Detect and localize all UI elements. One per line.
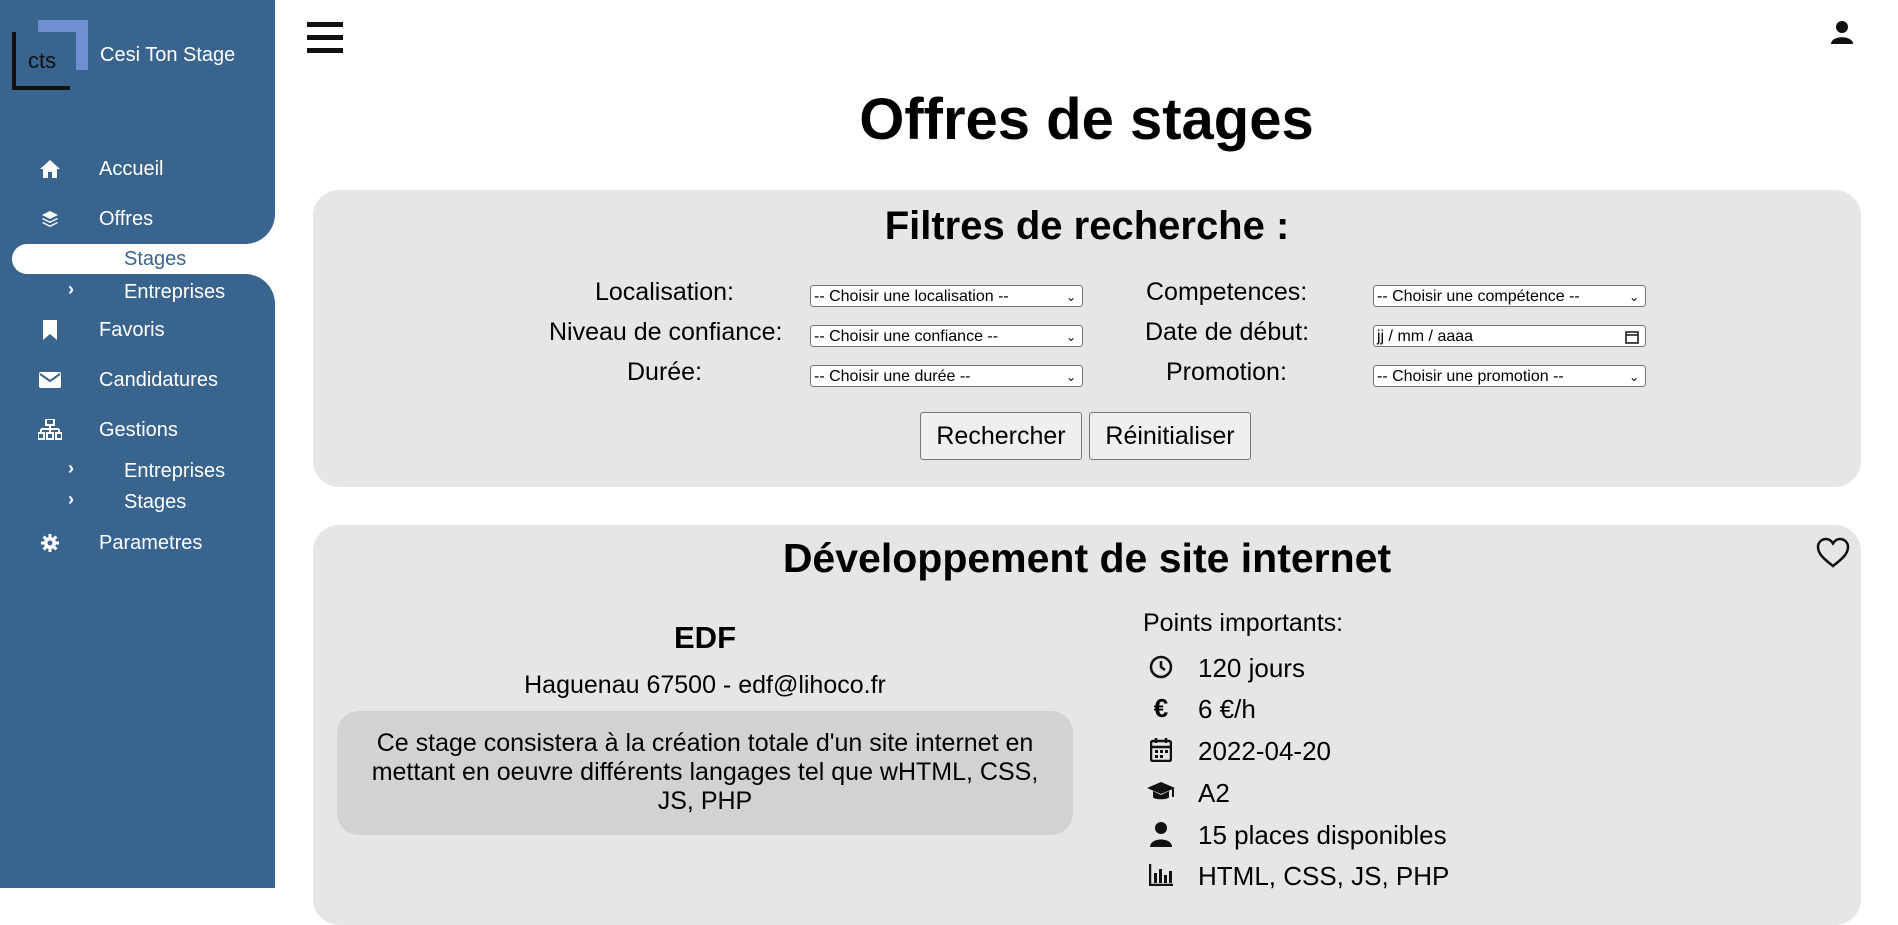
active-notch-top xyxy=(235,208,275,244)
sidebar-item-favoris[interactable]: Favoris xyxy=(0,312,275,348)
sidebar-item-label: Favoris xyxy=(99,319,165,341)
sidebar-item-accueil[interactable]: Accueil xyxy=(0,151,275,187)
chevron-down-icon: ⌄ xyxy=(1628,370,1639,384)
home-icon xyxy=(36,155,64,183)
points-title: Points importants: xyxy=(1143,609,1344,637)
calendar-icon xyxy=(1143,734,1179,766)
company-contact: Haguenau 67500 - edf@lihoco.fr xyxy=(524,671,886,699)
sitemap-icon xyxy=(36,416,64,444)
offer-title: Développement de site internet xyxy=(782,535,1392,581)
promotion-value: A2 xyxy=(1198,778,1230,808)
confiance-label: Niveau de confiance: xyxy=(549,318,783,346)
sidebar-subitem-label: Entreprises xyxy=(124,460,226,482)
heart-icon[interactable] xyxy=(1816,537,1850,569)
logo[interactable]: cts xyxy=(12,18,92,98)
brand-name: Cesi Ton Stage xyxy=(100,44,236,66)
layers-icon xyxy=(36,205,64,233)
clock-icon xyxy=(1143,651,1179,683)
duree-value: -- Choisir une durée -- xyxy=(814,368,971,385)
localisation-label: Localisation: xyxy=(595,278,734,306)
places-value: 15 places disponibles xyxy=(1198,820,1447,850)
sidebar-item-label: Gestions xyxy=(99,419,178,441)
user-icon xyxy=(1143,818,1179,850)
sidebar: cts Cesi Ton Stage Accueil Offres › Stag… xyxy=(0,0,275,888)
duree-select[interactable]: -- Choisir une durée -- ⌄ xyxy=(810,365,1083,387)
chevron-down-icon: ⌄ xyxy=(1065,330,1076,344)
date-debut-label: Date de début: xyxy=(1145,318,1310,346)
skills-value: HTML, CSS, JS, PHP xyxy=(1198,861,1450,891)
sidebar-item-label: Accueil xyxy=(99,158,164,180)
euro-icon: € xyxy=(1153,692,1169,723)
sidebar-subitem-gestions-stages[interactable]: › Stages xyxy=(0,487,275,517)
sidebar-subitem-label: Stages xyxy=(124,491,187,513)
sidebar-item-label: Offres xyxy=(99,208,154,230)
date-debut-value: jj / mm / aaaa xyxy=(1377,328,1474,345)
promotion-select[interactable]: -- Choisir une promotion -- ⌄ xyxy=(1373,365,1646,387)
sidebar-item-label: Parametres xyxy=(99,532,203,554)
sidebar-subitem-stages[interactable]: › Stages xyxy=(0,244,275,274)
graduation-cap-icon xyxy=(1143,776,1179,808)
sidebar-item-offres[interactable]: Offres xyxy=(0,201,275,237)
chevron-right-icon: › xyxy=(68,458,74,478)
competences-select[interactable]: -- Choisir une compétence -- ⌄ xyxy=(1373,285,1646,307)
confiance-select[interactable]: -- Choisir une confiance -- ⌄ xyxy=(810,325,1083,347)
sidebar-item-gestions[interactable]: Gestions xyxy=(0,412,275,448)
offer-card[interactable]: Développement de site internet EDF Hague… xyxy=(313,525,1861,925)
promotion-label: Promotion: xyxy=(1166,358,1287,386)
sidebar-subitem-label: Stages xyxy=(124,248,187,270)
pay-value: 6 €/h xyxy=(1198,694,1256,724)
chevron-down-icon: ⌄ xyxy=(1065,290,1076,304)
competences-value: -- Choisir une compétence -- xyxy=(1377,288,1580,305)
chevron-down-icon: ⌄ xyxy=(1065,370,1076,384)
search-button[interactable]: Rechercher xyxy=(920,412,1082,460)
hamburger-icon[interactable] xyxy=(307,22,343,54)
competences-label: Competences: xyxy=(1146,278,1308,306)
sidebar-item-parametres[interactable]: Parametres xyxy=(0,525,275,561)
envelope-icon xyxy=(36,366,64,394)
date-debut-input[interactable]: jj / mm / aaaa xyxy=(1373,325,1646,347)
page-title: Offres de stages xyxy=(859,87,1314,152)
gear-icon xyxy=(36,529,64,557)
offer-description: Ce stage consistera à la création totale… xyxy=(337,711,1073,835)
bar-chart-icon xyxy=(1143,859,1179,891)
sidebar-subitem-gestions-entreprises[interactable]: › Entreprises xyxy=(0,456,275,486)
start-date-value: 2022-04-20 xyxy=(1198,736,1331,766)
confiance-value: -- Choisir une confiance -- xyxy=(814,328,999,345)
duree-label: Durée: xyxy=(627,358,703,386)
chevron-down-icon: ⌄ xyxy=(1628,290,1639,304)
localisation-value: -- Choisir une localisation -- xyxy=(814,288,1009,305)
filters-title: Filtres de recherche : xyxy=(884,204,1290,248)
chevron-right-icon: › xyxy=(68,246,74,266)
chevron-right-icon: › xyxy=(68,489,74,509)
sidebar-item-label: Candidatures xyxy=(99,369,218,391)
company-name: EDF xyxy=(674,620,736,655)
logo-text: cts xyxy=(28,48,57,73)
chevron-right-icon: › xyxy=(68,279,74,299)
user-icon[interactable] xyxy=(1830,20,1854,44)
sidebar-subitem-entreprises[interactable]: › Entreprises xyxy=(0,277,275,307)
sidebar-item-candidatures[interactable]: Candidatures xyxy=(0,362,275,398)
reset-button[interactable]: Réinitialiser xyxy=(1089,412,1251,460)
sidebar-subitem-label: Entreprises xyxy=(124,281,226,303)
localisation-select[interactable]: -- Choisir une localisation -- ⌄ xyxy=(810,285,1083,307)
filters-panel: Filtres de recherche : Localisation: -- … xyxy=(313,190,1861,487)
bookmark-icon xyxy=(36,316,64,344)
promotion-value: -- Choisir une promotion -- xyxy=(1377,368,1564,385)
calendar-icon[interactable] xyxy=(1625,329,1639,346)
duration-value: 120 jours xyxy=(1198,653,1305,683)
